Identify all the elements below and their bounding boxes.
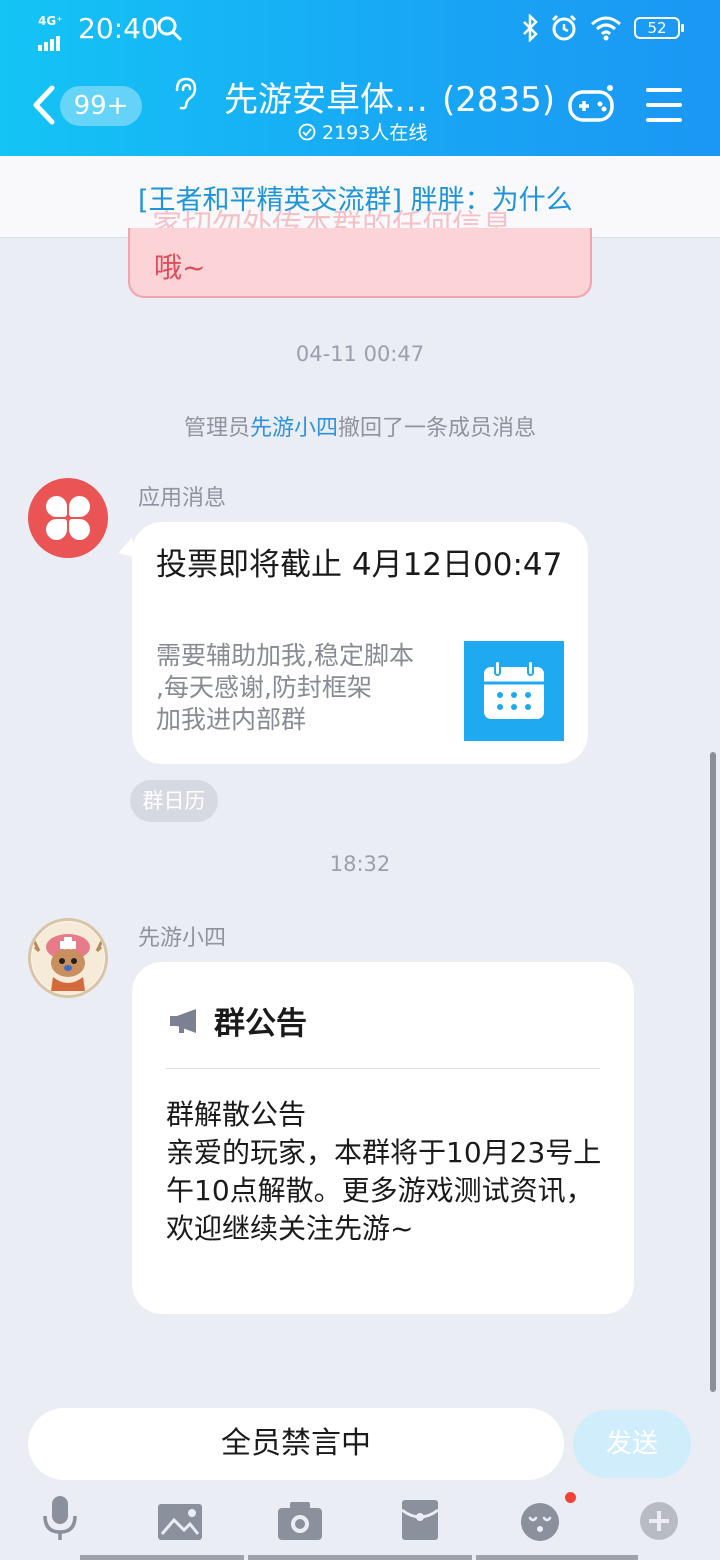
sender-avatar[interactable] [28,918,108,998]
vote-title: 投票即将截止 4月12日00:47 [156,547,563,583]
message-input[interactable]: 全员禁言中 [28,1408,564,1480]
vote-description: 需要辅助加我,稳定脚本 ,每天感谢,防封框架 加我进内部群 [156,641,414,734]
calendar-thumbnail [464,641,564,741]
sender-name: 先游小四 [138,926,227,951]
notice-body: 群解散公告 亲爱的玩家，本群将于10月23号上午10点解散。更多游戏测试资讯，欢… [166,1098,602,1245]
gamepad-icon[interactable] [566,84,616,126]
search-icon [157,16,182,41]
back-arrow-icon[interactable] [30,84,56,126]
ear-mode-icon[interactable] [170,76,198,110]
send-button[interactable]: 发送 [573,1410,691,1478]
mic-icon[interactable] [40,1494,80,1542]
nav-indicator [248,1555,472,1560]
previous-message-text: 哦~ [154,251,206,284]
recall-prefix: 管理员 [183,416,250,441]
unread-badge[interactable]: 99+ [60,86,142,126]
group-name: 先游安卓体… [224,80,428,120]
signal-icon [38,32,62,51]
timestamp: 04-11 00:47 [295,342,425,366]
pinned-text: [王者和平精英交流群] 胖胖：为什么 [138,185,573,216]
network-label: 4G⁺ [38,14,63,28]
camera-icon[interactable] [276,1500,324,1542]
timestamp: 18:32 [329,852,391,876]
status-bar: 4G⁺ 20:40 52 [0,10,720,51]
status-right: 52 [522,14,684,42]
group-calendar-chip[interactable]: 群日历 [130,780,218,822]
chat-header: 4G⁺ 20:40 52 99+ 先游安卓体… (2835) 2193人在线 [0,0,720,156]
group-title[interactable]: 先游安卓体… (2835) [224,72,555,121]
red-packet-icon[interactable] [400,1498,440,1542]
menu-icon[interactable] [646,88,682,133]
alarm-icon [551,14,577,41]
notice-divider [166,1068,600,1069]
vote-card[interactable]: 投票即将截止 4月12日00:47 需要辅助加我,稳定脚本 ,每天感谢,防封框架… [114,522,588,764]
online-check-icon [298,123,316,140]
pinned-announcement[interactable]: 家切勿外传本群的任何信息 [王者和平精英交流群] 胖胖：为什么 [0,156,720,243]
recall-suffix: 撤回了一条成员消息 [338,416,537,441]
wifi-icon [591,16,621,41]
clock: 20:40 [78,12,159,45]
member-count: (2835) [442,80,556,120]
nav-indicator [80,1555,244,1560]
emoji-icon[interactable] [518,1500,562,1542]
online-status: 2193人在线 [298,118,427,145]
admin-name-link[interactable]: 先游小四 [250,416,338,441]
plus-icon[interactable] [638,1500,680,1542]
recall-notice: 管理员先游小四撤回了一条成员消息 [0,410,720,442]
online-count: 2193人在线 [322,122,428,144]
megaphone-icon [170,1008,196,1033]
calendar-icon [484,660,544,719]
bluetooth-icon [523,14,538,42]
image-icon[interactable] [156,1502,204,1542]
chopper-avatar-image [31,922,105,994]
sender-name: 应用消息 [138,486,227,511]
group-notice-card[interactable]: 群公告 群解散公告 亲爱的玩家，本群将于10月23号上午10点解散。更多游戏测试… [132,962,634,1314]
nav-indicator [476,1555,638,1560]
battery-indicator: 52 [634,17,684,39]
input-toolbar [0,1494,720,1560]
notice-header: 群公告 [168,998,307,1043]
scrollbar[interactable] [710,752,716,1392]
previous-message-bubble[interactable]: 哦~ [128,228,592,298]
emoji-notification-dot [565,1492,576,1503]
notice-title: 群公告 [214,1006,307,1042]
app-message-avatar[interactable] [28,478,108,558]
